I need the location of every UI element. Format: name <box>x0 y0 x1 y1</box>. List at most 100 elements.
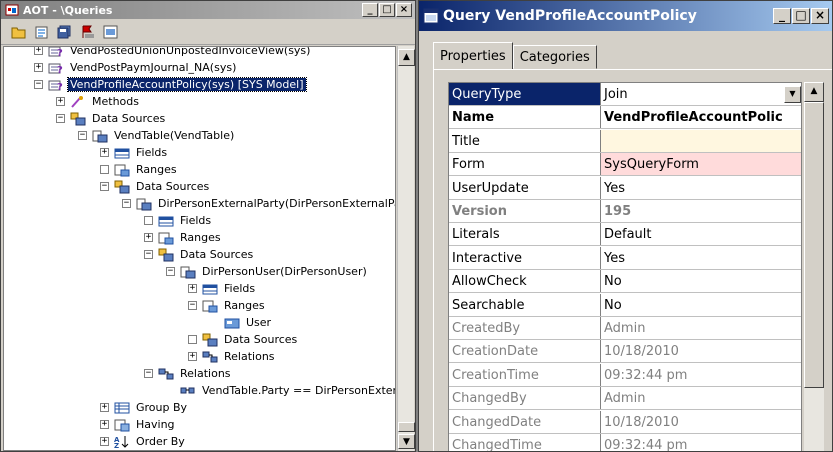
property-value[interactable]: 10/18/2010 <box>601 340 801 362</box>
tree-node-label[interactable]: Data Sources <box>134 180 211 193</box>
tree-node-label[interactable]: VendPostedUnionUnpostedInvoiceView(sys) <box>68 47 312 57</box>
property-grid[interactable]: QueryType Join ▼ Name VendProfileAccountPoli… <box>448 82 802 451</box>
save-all-icon[interactable] <box>55 22 75 42</box>
empty-expander-icon[interactable] <box>100 165 109 174</box>
maximize-button[interactable]: □ <box>379 3 395 17</box>
expand-icon[interactable]: + <box>56 97 65 106</box>
property-value[interactable]: Yes <box>601 177 801 199</box>
tree-node[interactable]: − DirPersonExternalParty(DirPersonExterna… <box>122 195 395 212</box>
tree-node[interactable]: Ranges <box>100 161 179 178</box>
property-row[interactable]: Name VendProfileAccountPolic <box>449 106 801 129</box>
expand-icon[interactable]: + <box>188 352 197 361</box>
tree-node[interactable]: Fields <box>144 212 213 229</box>
property-value[interactable]: No <box>601 270 801 292</box>
tree-node[interactable]: VendTable.Party == DirPersonExternalPart… <box>166 382 395 399</box>
property-value[interactable]: Admin <box>601 387 801 409</box>
properties-icon[interactable] <box>32 22 52 42</box>
tree-node[interactable]: − VendTable(VendTable) <box>78 127 236 144</box>
collapse-icon[interactable]: − <box>166 267 175 276</box>
minimize-button[interactable]: _ <box>773 8 791 24</box>
tree-node[interactable]: + Methods <box>56 93 141 110</box>
tree-node-label[interactable]: VendTable(VendTable) <box>112 129 236 142</box>
empty-expander-icon[interactable] <box>188 335 197 344</box>
property-value[interactable]: VendProfileAccountPolic <box>601 106 801 128</box>
tree-node[interactable]: − Relations <box>144 365 233 382</box>
tree-node[interactable]: User <box>210 314 273 331</box>
tree-node[interactable]: + Having <box>100 416 177 433</box>
tree-node-label[interactable]: Ranges <box>134 163 179 176</box>
tree-node-label[interactable]: VendPostPaymJournal_NA(sys) <box>68 61 238 74</box>
expand-icon[interactable]: + <box>100 403 109 412</box>
tree-node[interactable]: + A Z Order By <box>100 433 187 450</box>
dropdown-arrow-icon[interactable]: ▼ <box>784 85 801 103</box>
tree-node-label[interactable]: VendProfileAccountPolicy(sys) [SYS Model… <box>67 77 307 92</box>
property-value[interactable]: Yes <box>601 247 801 269</box>
collapse-icon[interactable]: − <box>188 301 197 310</box>
tree-node-label[interactable]: Methods <box>90 95 141 108</box>
tree-node-label[interactable]: Ranges <box>178 231 223 244</box>
import-icon[interactable] <box>101 22 121 42</box>
aot-tree[interactable]: +? VendPostedUnionUnpostedInvoiceView(sys… <box>3 46 396 451</box>
compile-icon[interactable] <box>78 22 98 42</box>
property-row[interactable]: CreationTime 09:32:44 pm <box>449 364 801 387</box>
property-row[interactable]: Searchable No <box>449 294 801 317</box>
tree-node[interactable]: + Ranges <box>144 229 223 246</box>
scroll-up-arrow-icon[interactable]: ▲ <box>804 82 824 102</box>
property-value[interactable]: No <box>601 294 801 316</box>
expand-icon[interactable]: + <box>144 233 153 242</box>
collapse-icon[interactable]: − <box>34 80 43 89</box>
tree-node[interactable]: + Fields <box>100 144 169 161</box>
tree-node[interactable]: − DirPersonUser(DirPersonUser) <box>166 263 369 280</box>
tree-node[interactable]: − Ranges <box>188 297 267 314</box>
expand-icon[interactable]: + <box>34 63 43 72</box>
scroll-thumb[interactable] <box>398 422 415 432</box>
tree-node-label[interactable]: Fields <box>222 282 257 295</box>
property-row[interactable]: Interactive Yes <box>449 247 801 270</box>
collapse-icon[interactable]: − <box>144 250 153 259</box>
tree-node-label[interactable]: Data Sources <box>90 112 167 125</box>
tree-node[interactable]: −? VendProfileAccountPolicy(sys) [SYS Mod… <box>34 76 307 93</box>
tab-properties[interactable]: Properties <box>433 42 513 69</box>
tree-node[interactable]: +? VendPostedUnionUnpostedInvoiceView(sys… <box>34 47 312 59</box>
property-value[interactable]: 10/18/2010 <box>601 411 801 433</box>
tree-node-label[interactable]: Having <box>134 418 177 431</box>
collapse-icon[interactable]: − <box>122 199 131 208</box>
property-row[interactable]: AllowCheck No <box>449 270 801 293</box>
property-row[interactable]: Literals Default <box>449 223 801 246</box>
property-row[interactable]: Title <box>449 130 801 153</box>
tree-node-label[interactable]: Data Sources <box>178 248 255 261</box>
close-button[interactable]: × <box>396 3 412 17</box>
maximize-button[interactable]: □ <box>792 8 810 24</box>
property-value[interactable]: Default <box>601 223 801 245</box>
property-value[interactable]: Join ▼ <box>601 83 801 105</box>
tree-node-label[interactable]: DirPersonExternalParty(DirPersonExternal… <box>156 197 395 210</box>
property-row[interactable]: ChangedDate 10/18/2010 <box>449 411 801 434</box>
aot-titlebar[interactable]: AOT - \Queries _ □ × <box>1 1 415 19</box>
expand-icon[interactable]: + <box>100 437 109 446</box>
expand-icon[interactable]: + <box>188 284 197 293</box>
property-row[interactable]: CreationDate 10/18/2010 <box>449 340 801 363</box>
open-folder-icon[interactable] <box>9 22 29 42</box>
property-row[interactable]: ChangedBy Admin <box>449 387 801 410</box>
property-value[interactable]: 195 <box>601 200 801 222</box>
property-row[interactable]: Form SysQueryForm <box>449 153 801 176</box>
scroll-thumb[interactable] <box>804 102 824 388</box>
property-grid-scrollbar[interactable]: ▲ <box>804 82 824 451</box>
tree-node[interactable]: + Relations <box>188 348 277 365</box>
tree-node[interactable]: + Fields <box>188 280 257 297</box>
tree-node[interactable]: + Group By <box>100 399 189 416</box>
tree-node-label[interactable]: User <box>244 316 273 329</box>
tree-node[interactable]: − Data Sources <box>144 246 255 263</box>
collapse-icon[interactable]: − <box>78 131 87 140</box>
scroll-up-arrow-icon[interactable]: ▲ <box>398 49 415 66</box>
close-button[interactable]: × <box>811 8 829 24</box>
property-row[interactable]: UserUpdate Yes <box>449 177 801 200</box>
property-value[interactable]: SysQueryForm <box>601 153 801 175</box>
tree-node-label[interactable]: VendTable.Party == DirPersonExternalPart… <box>200 384 395 397</box>
tree-node-label[interactable]: Group By <box>134 401 189 414</box>
tree-node-label[interactable]: Fields <box>134 146 169 159</box>
expand-icon[interactable]: + <box>100 148 109 157</box>
aot-vertical-scrollbar[interactable]: ▲ ▼ <box>397 46 415 451</box>
tree-node[interactable]: Data Sources <box>188 331 299 348</box>
tree-node[interactable]: +? VendPostPaymJournal_NA(sys) <box>34 59 238 76</box>
